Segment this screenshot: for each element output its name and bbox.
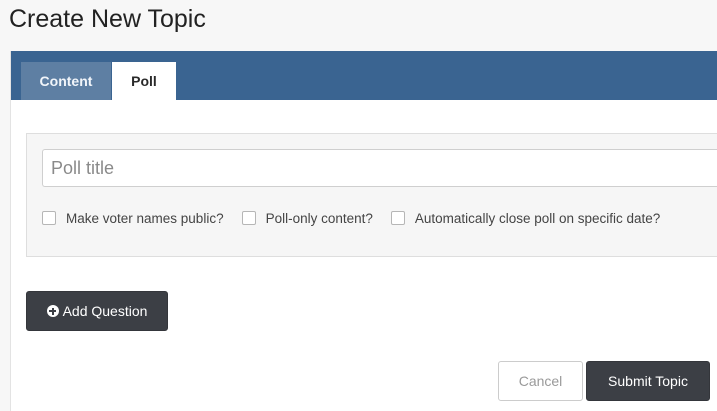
option-public-voters[interactable]: Make voter names public? [42,211,224,226]
tab-poll[interactable]: Poll [112,62,176,100]
option-poll-only[interactable]: Poll-only content? [241,210,373,226]
auto-close-checkbox[interactable] [390,211,405,225]
auto-close-label: Automatically close poll on specific dat… [414,210,661,226]
poll-only-checkbox[interactable] [241,211,256,225]
poll-options-row: Make voter names public? Poll-only conte… [42,207,678,229]
poll-only-label: Poll-only content? [265,210,373,226]
option-auto-close[interactable]: Automatically close poll on specific dat… [390,210,661,226]
poll-title-input[interactable] [42,149,717,187]
plus-circle-icon [46,305,59,317]
tab-bar: Content Poll [11,51,717,100]
page-title: Create New Topic [9,5,206,33]
tab-content[interactable]: Content [21,62,111,100]
topic-editor-panel: Content Poll Make voter names public? Po… [10,51,717,411]
add-question-label: Add Question [62,303,148,319]
public-voters-label: Make voter names public? [66,210,224,226]
public-voters-checkbox[interactable] [42,211,56,225]
poll-settings-box: Make voter names public? Poll-only conte… [26,133,717,257]
add-question-button[interactable]: Add Question [26,291,168,331]
submit-topic-button[interactable]: Submit Topic [586,361,710,401]
cancel-button[interactable]: Cancel [498,361,583,401]
